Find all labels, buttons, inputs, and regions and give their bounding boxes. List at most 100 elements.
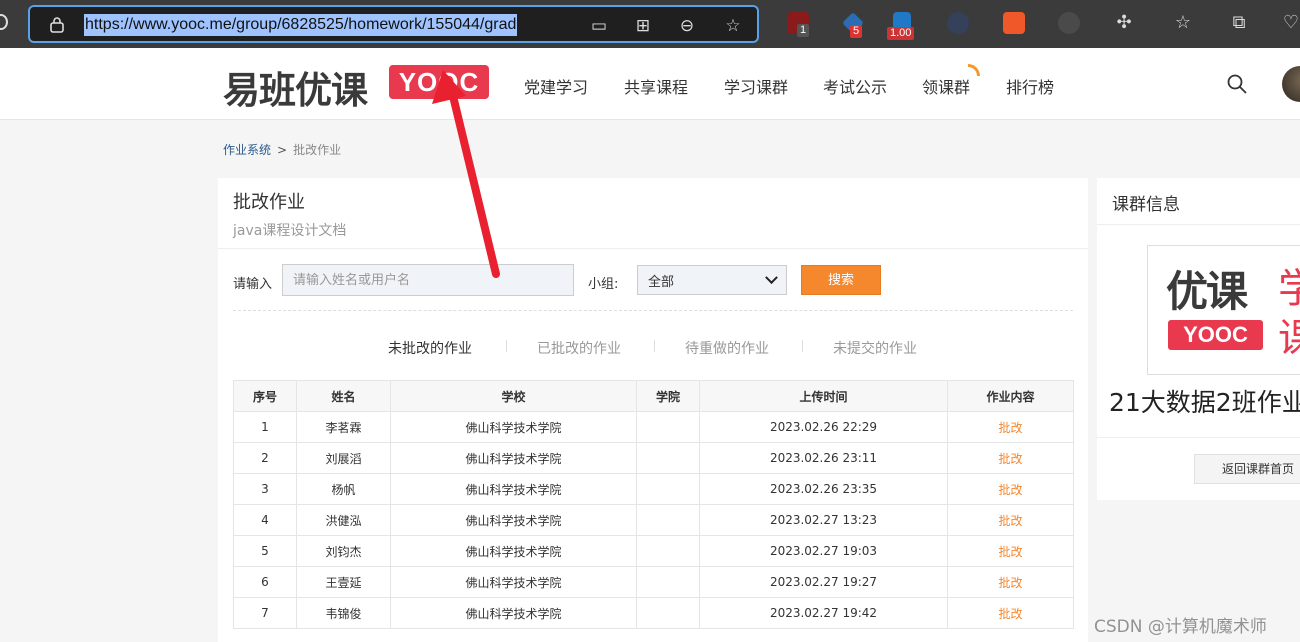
grade-link[interactable]: 批改 [947, 597, 1074, 629]
cell-name: 刘展滔 [296, 442, 391, 474]
cell-school: 佛山科学技术学院 [390, 504, 637, 536]
divider [1097, 224, 1300, 225]
grade-link[interactable]: 批改 [947, 473, 1074, 505]
homework-table: 序号 姓名 学校 学院 上传时间 作业内容 1 李茗霖 佛山科学技术学院 2023.0… [233, 380, 1074, 629]
favorite-add-icon[interactable]: ☆ [721, 14, 745, 38]
cell-upload-time: 2023.02.27 19:03 [699, 535, 948, 567]
search-label: 请输入 [233, 277, 273, 292]
column-header-name[interactable]: 姓名 [296, 380, 391, 412]
breadcrumb-separator: > [277, 143, 288, 157]
favorites-icon[interactable]: ☆ [1170, 10, 1196, 36]
table-row: 4 洪健泓 佛山科学技术学院 2023.02.27 13:23 批改 [233, 504, 1074, 536]
lock-icon [50, 17, 64, 33]
cell-college [636, 535, 700, 567]
nav-item-claim-group[interactable]: 领课群 [922, 74, 970, 98]
address-bar[interactable]: https://www.yooc.me/group/6828525/homewo… [28, 5, 759, 43]
group-select-value: 全部 [648, 274, 675, 290]
device-icon[interactable]: ▭ [587, 14, 611, 38]
cell-name: 李茗霖 [296, 411, 391, 443]
tab-graded[interactable]: 已批改的作业 [537, 338, 621, 358]
table-header-row: 序号 姓名 学校 学院 上传时间 作业内容 [233, 380, 1074, 412]
column-header-no[interactable]: 序号 [233, 380, 297, 412]
avatar[interactable] [1282, 66, 1300, 102]
zoom-out-icon[interactable]: ⊖ [675, 14, 699, 38]
cell-college [636, 442, 700, 474]
cell-name: 韦锦俊 [296, 597, 391, 629]
apps-icon[interactable]: ⊞ [631, 14, 655, 38]
table-row: 2 刘展滔 佛山科学技术学院 2023.02.26 23:11 批改 [233, 442, 1074, 474]
cell-college [636, 566, 700, 598]
cell-no: 1 [233, 411, 297, 443]
c-extension-icon[interactable] [1003, 12, 1025, 34]
url-text[interactable]: https://www.yooc.me/group/6828525/homewo… [84, 14, 518, 36]
cell-school: 佛山科学技术学院 [390, 566, 637, 598]
owl-extension-icon[interactable] [1058, 12, 1080, 34]
cell-school: 佛山科学技术学院 [390, 535, 637, 567]
grading-panel: 批改作业 java课程设计文档 请输入 小组: 全部 搜索 未批改的作业 已批改… [218, 178, 1088, 642]
column-header-school[interactable]: 学校 [390, 380, 637, 412]
tab-separator [506, 340, 507, 352]
nav-item-party-study[interactable]: 党建学习 [524, 74, 588, 98]
site-header: 易班优课 YOOC 党建学习 共享课程 学习课群 考试公示 领课群 排行榜 [0, 48, 1300, 120]
divider [233, 310, 1073, 311]
cell-no: 2 [233, 442, 297, 474]
nav-item-leaderboard[interactable]: 排行榜 [1006, 74, 1054, 98]
site-logo-text[interactable]: 易班优课 [223, 60, 368, 114]
column-header-content[interactable]: 作业内容 [947, 380, 1074, 412]
cover-text: 优课 [1166, 267, 1248, 316]
table-row: 7 韦锦俊 佛山科学技术学院 2023.02.27 19:42 批改 [233, 597, 1074, 629]
tab-redo[interactable]: 待重做的作业 [685, 338, 769, 358]
breadcrumb-homework-system[interactable]: 作业系统 [223, 143, 271, 157]
grade-link[interactable]: 批改 [947, 566, 1074, 598]
group-info-panel: 课群信息 优课 学 课 YOOC 21大数据2班作业 返回课群首页 [1097, 178, 1300, 500]
group-cover-image[interactable]: 优课 学 课 YOOC [1147, 245, 1300, 375]
group-name[interactable]: 21大数据2班作业 [1109, 383, 1300, 419]
cell-school: 佛山科学技术学院 [390, 411, 637, 443]
search-input[interactable] [282, 264, 574, 296]
grade-link[interactable]: 批改 [947, 442, 1074, 474]
cursor-extension-icon[interactable] [947, 12, 969, 34]
tab-not-submitted[interactable]: 未提交的作业 [833, 338, 917, 358]
breadcrumb-current: 批改作业 [293, 143, 342, 157]
rss-icon [968, 64, 980, 76]
cell-name: 杨帆 [296, 473, 391, 505]
grade-link[interactable]: 批改 [947, 535, 1074, 567]
tab-separator [654, 340, 655, 352]
heart-icon[interactable]: ♡ [1278, 10, 1300, 36]
extensions-icon[interactable]: ✣ [1111, 10, 1137, 36]
back-to-group-home-button[interactable]: 返回课群首页 [1194, 454, 1300, 484]
group-select[interactable]: 全部 [637, 265, 787, 295]
divider [218, 248, 1088, 249]
divider [1097, 437, 1300, 438]
table-row: 3 杨帆 佛山科学技术学院 2023.02.26 23:35 批改 [233, 473, 1074, 505]
cell-upload-time: 2023.02.27 19:42 [699, 597, 948, 629]
nav-item-exam-notice[interactable]: 考试公示 [823, 74, 887, 98]
ext-badge: 1.00 [887, 27, 915, 40]
search-button[interactable]: 搜索 [801, 265, 881, 295]
refresh-icon[interactable] [0, 14, 8, 30]
cell-school: 佛山科学技术学院 [390, 442, 637, 474]
nav-item-shared-courses[interactable]: 共享课程 [624, 74, 688, 98]
cell-no: 4 [233, 504, 297, 536]
ext-badge: 1 [797, 24, 810, 37]
cell-college [636, 597, 700, 629]
collections-icon[interactable]: ⧉ [1226, 10, 1252, 36]
cell-name: 王壹延 [296, 566, 391, 598]
column-header-upload-time[interactable]: 上传时间 [699, 380, 948, 412]
table-row: 6 王壹延 佛山科学技术学院 2023.02.27 19:27 批改 [233, 566, 1074, 598]
cell-upload-time: 2023.02.27 13:23 [699, 504, 948, 536]
grade-link[interactable]: 批改 [947, 504, 1074, 536]
cell-name: 刘钧杰 [296, 535, 391, 567]
tab-ungraded[interactable]: 未批改的作业 [388, 338, 472, 358]
table-row: 5 刘钧杰 佛山科学技术学院 2023.02.27 19:03 批改 [233, 535, 1074, 567]
column-header-college[interactable]: 学院 [636, 380, 700, 412]
ublock-extension-icon[interactable]: 1 [787, 12, 810, 37]
nav-item-study-groups[interactable]: 学习课群 [724, 74, 788, 98]
search-icon[interactable] [1227, 74, 1247, 94]
cell-no: 5 [233, 535, 297, 567]
cell-college [636, 473, 700, 505]
breadcrumb: 作业系统 > 批改作业 [223, 141, 341, 158]
grade-link[interactable]: 批改 [947, 411, 1074, 443]
site-logo-badge[interactable]: YOOC [389, 65, 489, 99]
cell-no: 7 [233, 597, 297, 629]
